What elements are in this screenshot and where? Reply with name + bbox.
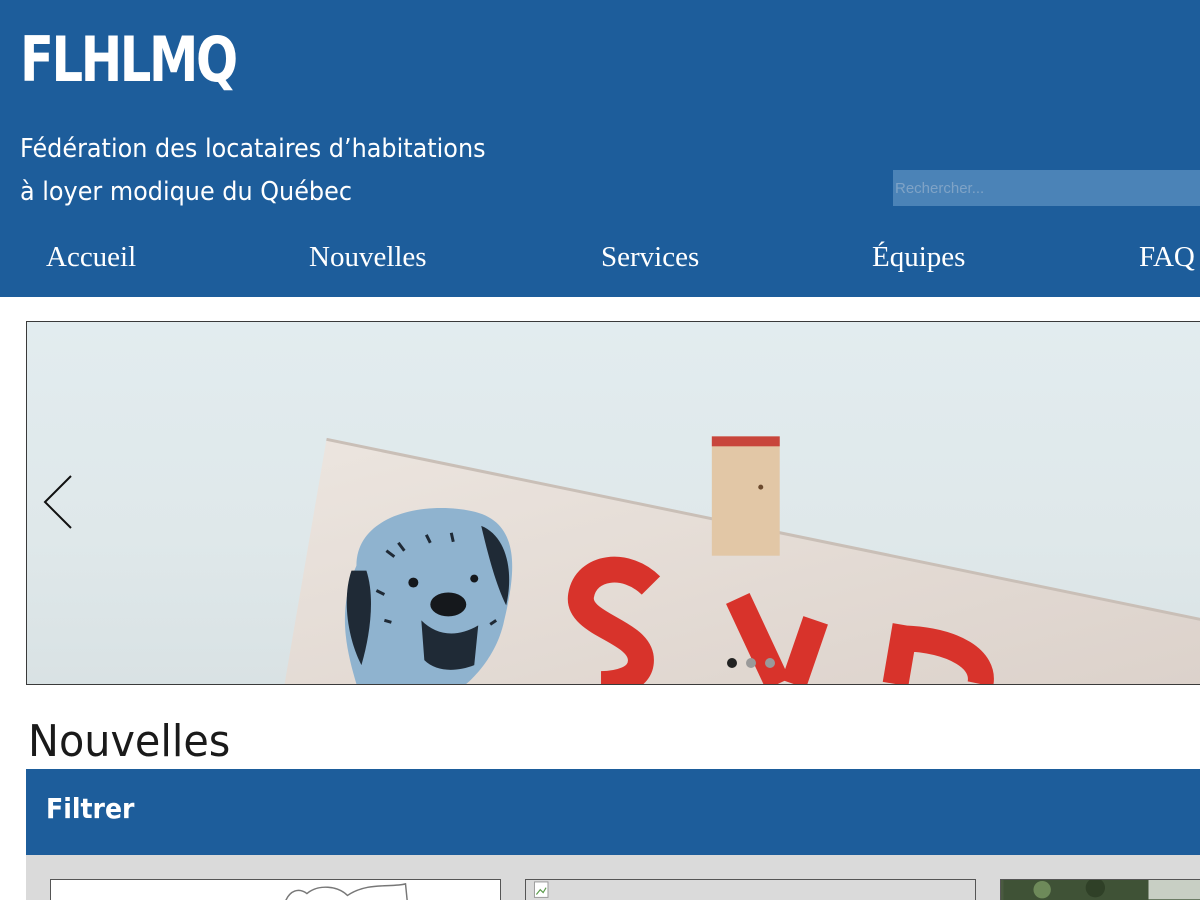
search-input[interactable] (893, 170, 1200, 206)
site-header: FLHLMQ Fédération des locataires d’habit… (0, 0, 1200, 297)
dog-drawing (344, 508, 513, 684)
news-card[interactable] (50, 879, 501, 900)
page-title: Nouvelles (28, 716, 231, 767)
nav-item-services[interactable]: Services (601, 232, 699, 282)
nav-item-equipes[interactable]: Équipes (872, 232, 965, 282)
main-nav: Accueil Nouvelles Services Équipes FAQ (0, 232, 1200, 282)
nav-item-accueil[interactable]: Accueil (46, 232, 136, 282)
slider-prev-button[interactable] (41, 472, 81, 532)
slide-image (284, 436, 1200, 684)
nav-item-nouvelles[interactable]: Nouvelles (309, 232, 427, 282)
news-grid (26, 855, 1200, 900)
slider-dot-3[interactable] (765, 658, 775, 668)
slider-dot-1[interactable] (727, 658, 737, 668)
photo-thumbnail (1003, 880, 1200, 900)
tagline-line-2: à loyer modique du Québec (20, 177, 352, 207)
filter-toggle[interactable]: Filtrer (26, 769, 1200, 855)
site-logo[interactable]: FLHLMQ (20, 18, 238, 102)
broken-image-icon (533, 881, 549, 898)
news-card[interactable] (1000, 879, 1200, 900)
tagline-line-1: Fédération des locataires d’habitations (20, 134, 486, 164)
sketch-thumbnail (285, 882, 408, 900)
chevron-left-icon (43, 475, 72, 529)
site-tagline: Fédération des locataires d’habitations … (20, 128, 580, 214)
nav-item-faq[interactable]: FAQ (1139, 232, 1195, 282)
slider-dot-2[interactable] (746, 658, 756, 668)
filter-label: Filtrer (46, 792, 135, 825)
news-card[interactable] (525, 879, 976, 900)
image-slider (26, 321, 1200, 685)
